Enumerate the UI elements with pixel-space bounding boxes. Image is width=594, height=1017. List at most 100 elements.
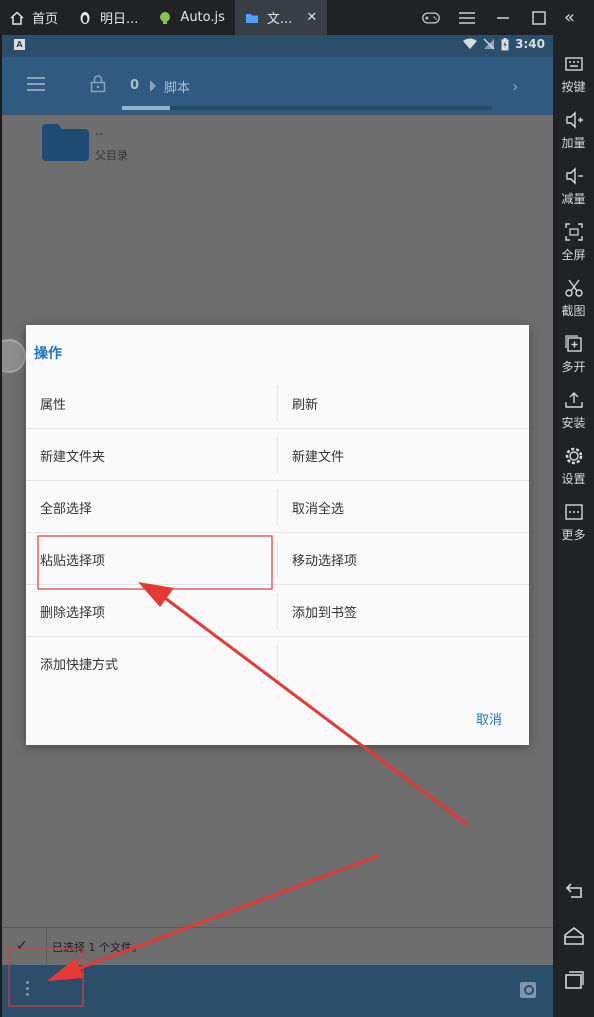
sidebar-item-fullscreen[interactable]: 全屏: [553, 222, 594, 263]
scissors-icon: [564, 279, 583, 297]
wifi-icon: [463, 38, 478, 49]
sidebar-item-more[interactable]: 更多: [553, 502, 594, 543]
bottom-toolbar: [2, 965, 553, 1017]
action-add-shortcut[interactable]: 添加快捷方式: [40, 637, 276, 689]
divider: [277, 645, 278, 681]
tab-app-1[interactable]: 明日...: [68, 0, 148, 35]
tab-label: 文...: [266, 12, 293, 27]
status-time: 3:40: [515, 37, 545, 51]
divider: [277, 593, 278, 629]
divider: [277, 385, 278, 421]
actions-row: 粘贴选择项 移动选择项: [26, 533, 529, 585]
folder-icon: [42, 124, 89, 161]
tab-label: 首页: [32, 12, 59, 27]
tab-home[interactable]: 首页: [0, 0, 68, 35]
hamburger-menu-icon[interactable]: [458, 9, 476, 27]
back-icon[interactable]: [563, 882, 585, 902]
breadcrumb-separator-icon: [150, 80, 156, 92]
volume-down-icon: [565, 167, 583, 185]
tab-label: Auto.js: [180, 10, 225, 25]
emulator-sidebar: « 按键 加量 减量 全屏 截图 多开 安装 设置 更多: [553, 0, 594, 1017]
selection-text: 已选择 1 个文件。: [52, 941, 143, 954]
fullscreen-icon: [564, 223, 583, 241]
sidebar-item-label: 设置: [561, 472, 586, 486]
more-options-icon[interactable]: [24, 981, 30, 999]
action-properties[interactable]: 属性: [40, 377, 276, 429]
action-new-file[interactable]: 新建文件: [292, 429, 522, 481]
cancel-button[interactable]: 取消: [476, 709, 502, 728]
volume-up-icon: [565, 111, 583, 129]
recent-apps-icon[interactable]: [563, 970, 585, 990]
sidebar-item-label: 截图: [561, 304, 586, 318]
file-name: ..: [95, 124, 104, 139]
tab-label: 明日...: [100, 12, 139, 27]
divider: [277, 437, 278, 473]
status-icons: 3:40: [463, 37, 545, 51]
file-subtitle: 父目录: [95, 149, 128, 162]
no-signal-icon: [483, 38, 495, 50]
chevron-right-icon[interactable]: ›: [512, 77, 518, 96]
actions-row: 新建文件夹 新建文件: [26, 429, 529, 481]
gamepad-icon[interactable]: [422, 9, 440, 27]
action-paste-selection[interactable]: 粘贴选择项: [40, 533, 276, 585]
breadcrumb-root[interactable]: 0: [130, 78, 139, 93]
divider: [277, 541, 278, 577]
sidebar-item-label: 多开: [561, 360, 586, 374]
collapse-sidebar-icon[interactable]: «: [564, 7, 575, 28]
dialog-title: 操作: [34, 346, 62, 362]
sidebar-item-label: 按键: [561, 80, 586, 94]
sidebar-item-install[interactable]: 安装: [553, 390, 594, 431]
gear-icon: [565, 447, 582, 465]
home-nav-icon[interactable]: [563, 926, 585, 946]
sidebar-item-label: 安装: [561, 416, 586, 430]
maximize-icon[interactable]: [530, 9, 548, 27]
keyboard-icon: [564, 57, 583, 71]
sidebar-item-keys[interactable]: 按键: [553, 54, 594, 95]
more-icon: [564, 504, 583, 520]
tab-file-manager[interactable]: 文... ✕: [234, 0, 328, 35]
breadcrumb-current[interactable]: 脚本: [164, 77, 190, 96]
actions-row: 添加快捷方式: [26, 637, 529, 689]
sidebar-item-multi-open[interactable]: 多开: [553, 334, 594, 375]
action-deselect-all[interactable]: 取消全选: [292, 481, 522, 533]
drawer-menu-icon[interactable]: [27, 77, 45, 91]
battery-icon: [501, 37, 509, 50]
minimize-icon[interactable]: [494, 9, 512, 27]
sidebar-item-label: 减量: [561, 192, 586, 206]
actions-grid: 属性 刷新 新建文件夹 新建文件 全部选择 取消全选 粘贴选择项 移动选择项 删…: [26, 377, 529, 689]
multi-open-icon: [564, 335, 582, 352]
sidebar-item-settings[interactable]: 设置: [553, 446, 594, 487]
divider: [46, 928, 47, 966]
app-bar: 0 脚本 ›: [2, 57, 553, 115]
breadcrumb-progress: [122, 106, 492, 110]
tab-autojs[interactable]: Auto.js: [148, 0, 234, 35]
lock-icon[interactable]: [90, 75, 106, 93]
actions-row: 属性 刷新: [26, 377, 529, 429]
notification-a-icon: A: [14, 39, 25, 50]
install-icon: [564, 392, 583, 408]
actions-row: 删除选择项 添加到书签: [26, 585, 529, 637]
actions-dialog: 操作 属性 刷新 新建文件夹 新建文件 全部选择 取消全选 粘贴选择项 移动选择…: [26, 325, 529, 745]
close-tab-icon[interactable]: ✕: [306, 10, 317, 25]
sidebar-item-volume-up[interactable]: 加量: [553, 110, 594, 151]
action-delete-selection[interactable]: 删除选择项: [40, 585, 276, 637]
progress-fill: [122, 106, 171, 110]
actions-row: 全部选择 取消全选: [26, 481, 529, 533]
folder-icon: [245, 13, 258, 23]
sidebar-item-screenshot[interactable]: 截图: [553, 278, 594, 319]
action-new-folder[interactable]: 新建文件夹: [40, 429, 276, 481]
penguin-icon: [80, 11, 90, 24]
sidebar-item-volume-down[interactable]: 减量: [553, 166, 594, 207]
search-icon[interactable]: [520, 982, 536, 998]
check-icon[interactable]: ✓: [16, 938, 28, 954]
action-refresh[interactable]: 刷新: [292, 377, 522, 429]
selection-bar: ✓ 已选择 1 个文件。: [2, 927, 553, 966]
android-icon: [160, 11, 171, 24]
action-move-selection[interactable]: 移动选择项: [292, 533, 522, 585]
list-item-parent-dir[interactable]: .. 父目录: [2, 115, 553, 171]
sidebar-item-label: 更多: [561, 528, 586, 542]
sidebar-item-label: 加量: [561, 136, 586, 150]
emulator-tab-bar: 首页 明日... Auto.js 文... ✕: [0, 0, 594, 35]
action-select-all[interactable]: 全部选择: [40, 481, 276, 533]
action-add-bookmark[interactable]: 添加到书签: [292, 585, 522, 637]
